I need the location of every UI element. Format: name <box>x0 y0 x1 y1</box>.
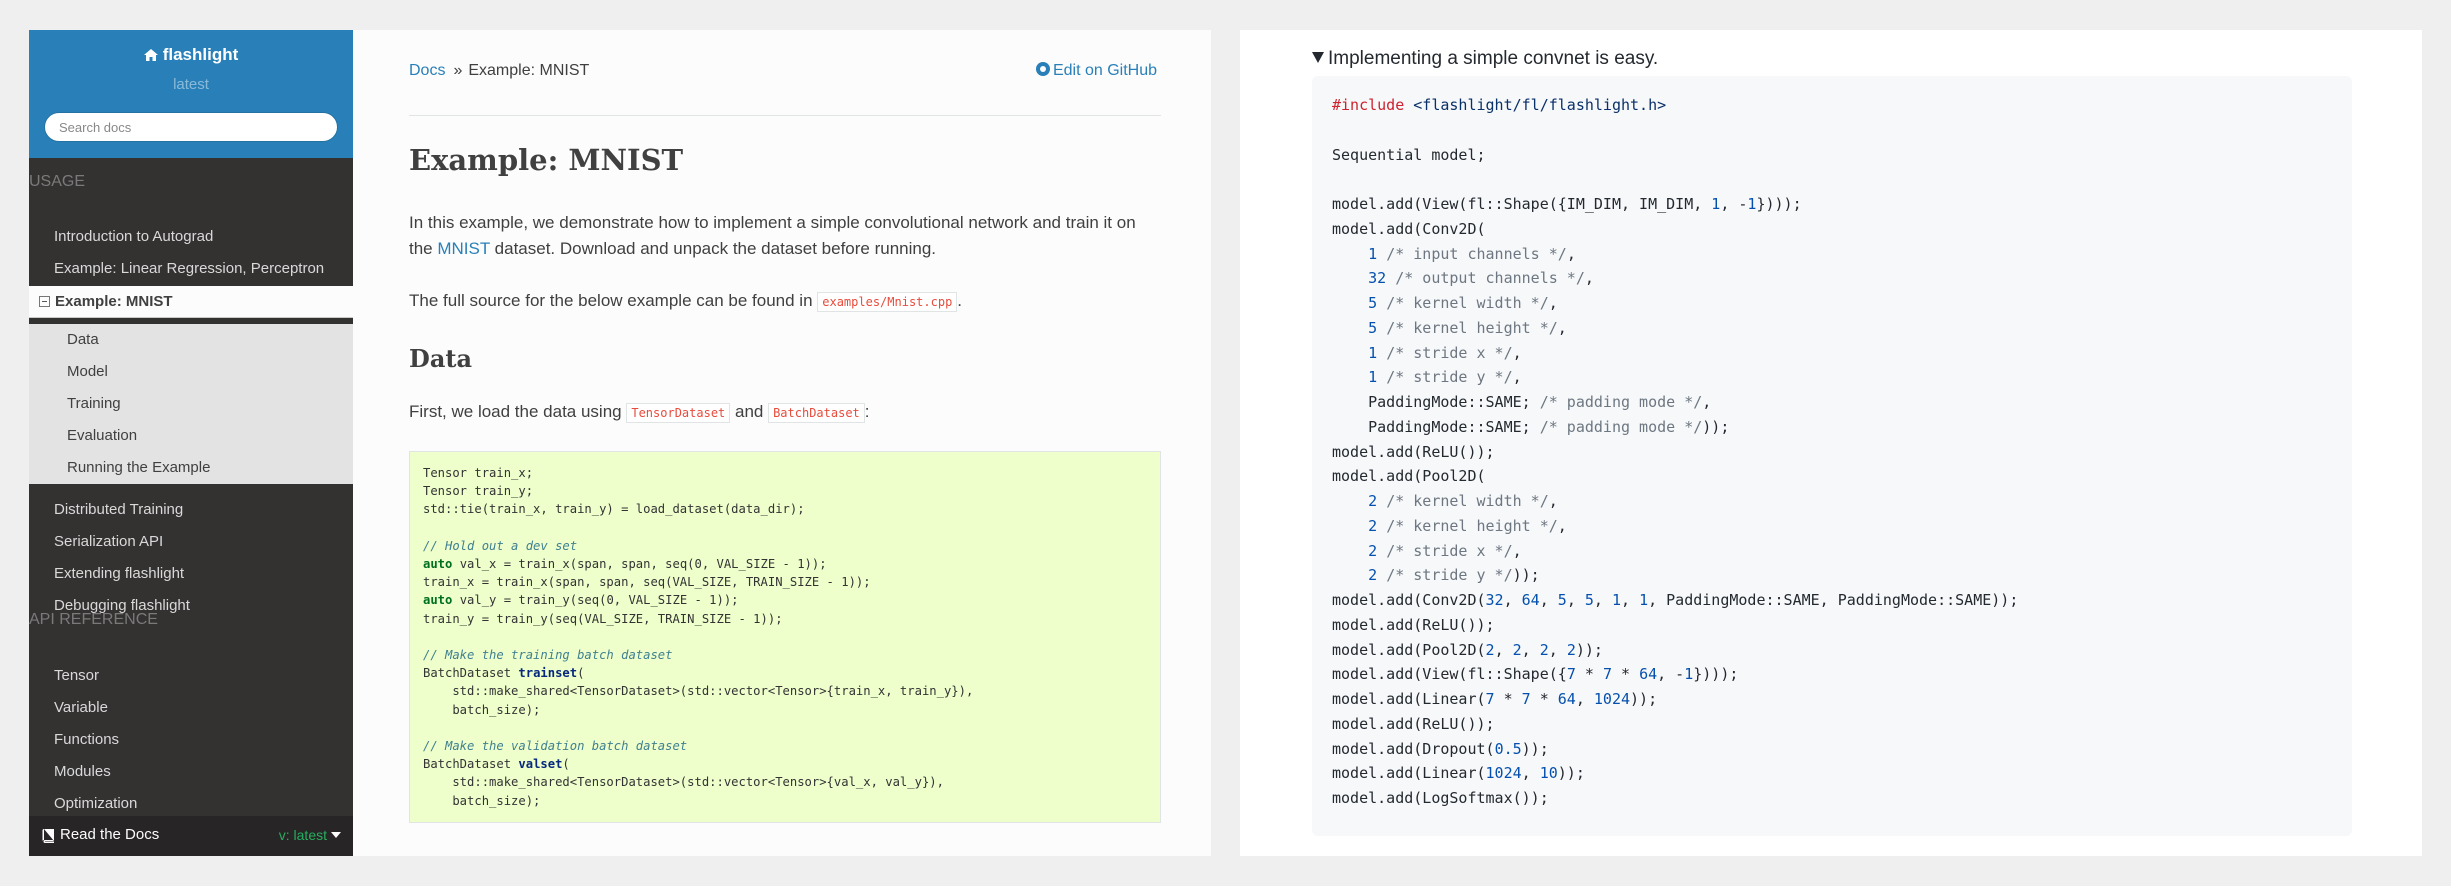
sidebar-item-linear-regression[interactable]: Example: Linear Regression, Perceptron <box>29 253 353 285</box>
breadcrumb-current: Example: MNIST <box>468 62 590 79</box>
source-text: The full source for the below example ca… <box>409 291 818 310</box>
home-icon <box>143 49 158 61</box>
main-content: Docs » Example: MNIST Edit on GitHub Examp… <box>409 30 1161 856</box>
sidebar-subitem-model[interactable]: Model <box>29 356 353 388</box>
intro-text-1: In this example, we demonstrate how to i… <box>409 213 1136 232</box>
page-title: Example: MNIST <box>409 143 684 177</box>
collapse-icon[interactable] <box>39 296 50 307</box>
read-the-docs-label: Read the Docs <box>60 826 160 843</box>
mnist-link[interactable]: MNIST <box>437 239 490 258</box>
version-selector-label: v: latest <box>278 827 327 843</box>
data-heading: Data <box>409 344 472 373</box>
sidebar-subitem-training[interactable]: Training <box>29 388 353 420</box>
sidebar-item-mnist[interactable]: Example: MNIST <box>29 286 353 318</box>
brand-link[interactable]: flashlight <box>29 45 353 65</box>
tensordataset-code: TensorDataset <box>626 403 731 423</box>
version-label: latest <box>173 76 209 93</box>
data-text-end: : <box>864 402 870 421</box>
github-icon <box>1035 62 1050 76</box>
book-icon <box>42 829 54 843</box>
disclosure-triangle-icon <box>1312 52 1324 63</box>
sidebar: flashlight latest USAGE Introduction to … <box>29 30 353 856</box>
source-paragraph: The full source for the below example ca… <box>409 291 963 312</box>
caption-usage: USAGE <box>29 173 86 190</box>
sidebar-item-functions[interactable]: Functions <box>29 724 353 756</box>
sidebar-subitem-evaluation[interactable]: Evaluation <box>29 420 353 452</box>
brand-name: flashlight <box>162 45 239 64</box>
data-paragraph: First, we load the data using TensorData… <box>409 399 1161 426</box>
search-docs-input[interactable] <box>44 112 338 142</box>
breadcrumb-docs-link[interactable]: Docs <box>409 62 445 79</box>
details-summary[interactable]: Implementing a simple convnet is easy. <box>1312 48 1658 70</box>
source-file-code: examples/Mnist.cpp <box>817 292 958 312</box>
data-code-block: Tensor train_x; Tensor train_y; std::tie… <box>409 451 1161 823</box>
docs-page-panel: flashlight latest USAGE Introduction to … <box>29 30 1211 856</box>
intro-text-the: the <box>409 239 438 258</box>
sidebar-item-extending[interactable]: Extending flashlight <box>29 558 353 590</box>
sidebar-item-autograd[interactable]: Introduction to Autograd <box>29 221 353 253</box>
sidebar-header: flashlight latest <box>29 30 353 158</box>
sidebar-subitem-data[interactable]: Data <box>29 324 353 356</box>
breadcrumb-separator: » <box>453 62 463 79</box>
sidebar-item-tensor[interactable]: Tensor <box>29 660 353 692</box>
sidebar-item-distributed[interactable]: Distributed Training <box>29 494 353 526</box>
edit-on-github-label: Edit on GitHub <box>1052 62 1157 79</box>
batchdataset-code: BatchDataset <box>768 403 865 423</box>
mnist-subnav: Data Model Training Evaluation Running t… <box>29 324 353 484</box>
breadcrumb: Docs » Example: MNIST <box>409 62 589 80</box>
details-summary-label: Implementing a simple convnet is easy. <box>1328 48 1659 69</box>
edit-on-github-link[interactable]: Edit on GitHub <box>1035 62 1157 80</box>
data-text-and: and <box>730 402 769 421</box>
sidebar-item-serialization[interactable]: Serialization API <box>29 526 353 558</box>
convnet-code-block: #include <flashlight/fl/flashlight.h> Se… <box>1312 76 2352 836</box>
data-text-1: First, we load the data using <box>409 402 627 421</box>
sidebar-subitem-running[interactable]: Running the Example <box>29 452 353 484</box>
convnet-details-panel: Implementing a simple convnet is easy. #… <box>1240 30 2422 856</box>
sidebar-item-modules[interactable]: Modules <box>29 756 353 788</box>
caption-api-reference: API REFERENCE <box>29 611 158 628</box>
sidebar-item-variable[interactable]: Variable <box>29 692 353 724</box>
caret-down-icon <box>331 832 341 838</box>
read-the-docs-bar[interactable]: Read the Docs v: latest <box>29 816 353 856</box>
intro-paragraph: In this example, we demonstrate how to i… <box>409 210 1161 262</box>
intro-text-2: dataset. Download and unpack the dataset… <box>489 239 937 258</box>
divider <box>409 115 1161 116</box>
sidebar-item-mnist-label: Example: MNIST <box>55 293 173 310</box>
version-selector[interactable]: v: latest <box>279 827 341 843</box>
